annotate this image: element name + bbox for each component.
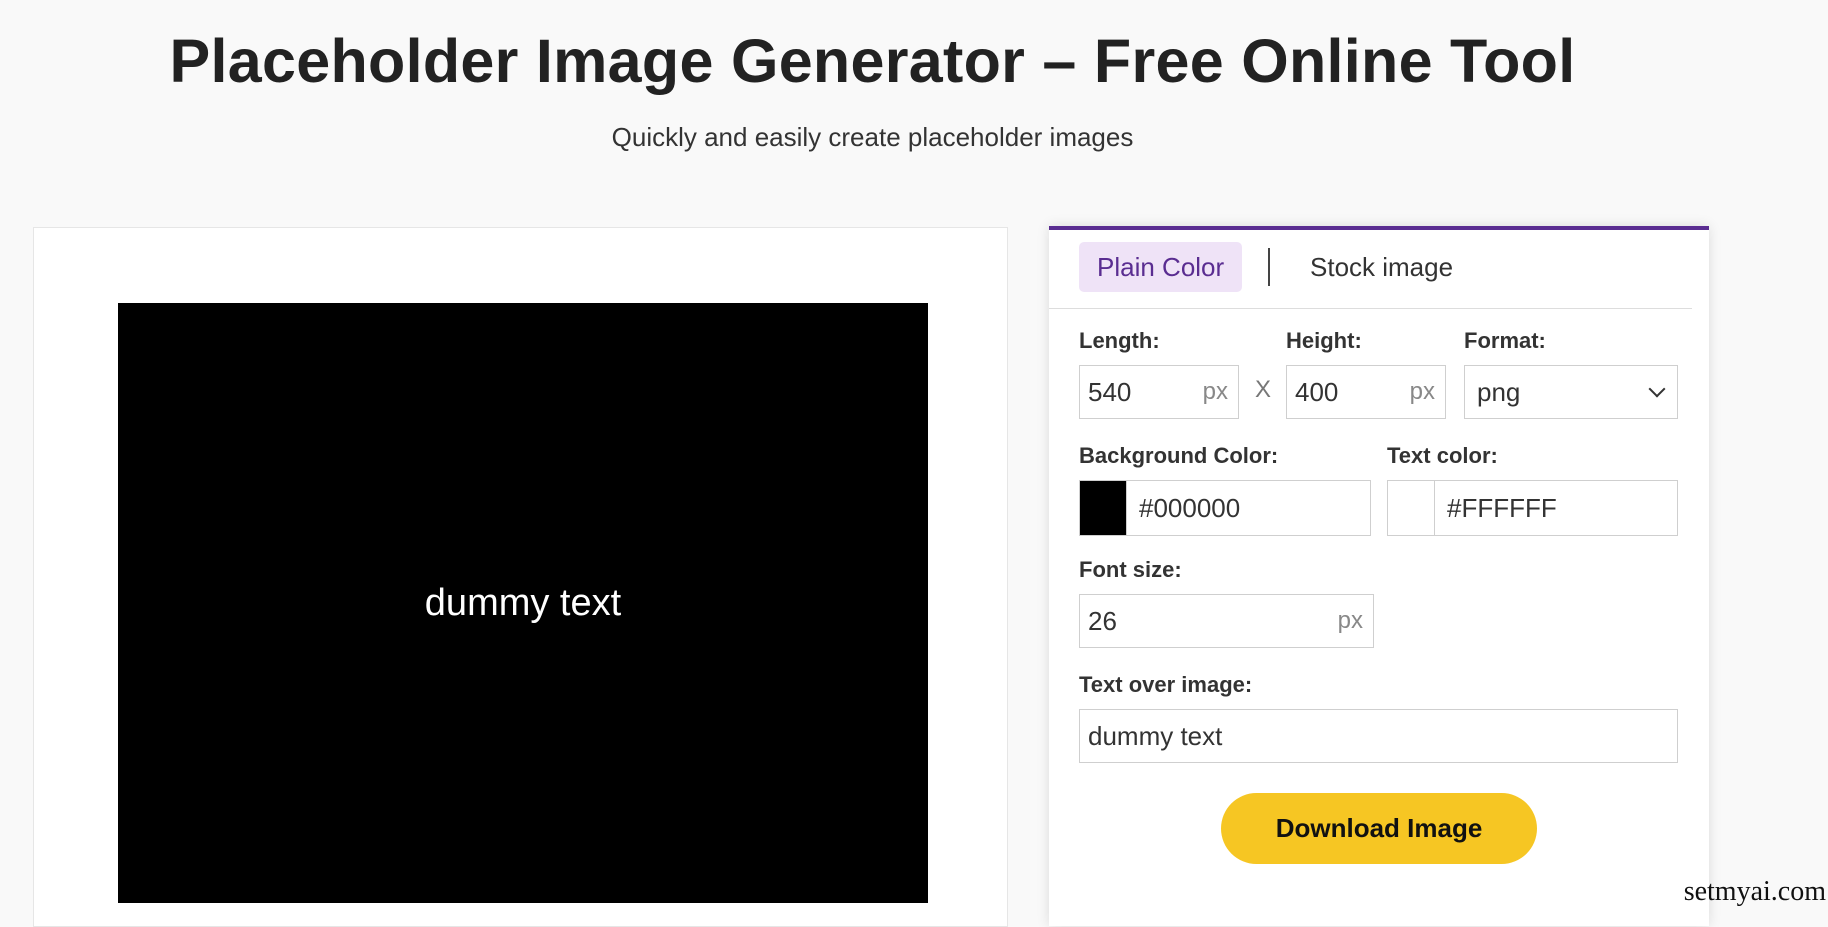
page-title: Placeholder Image Generator – Free Onlin…: [169, 27, 1576, 95]
settings-panel: Plain Color Stock image Length: px X Hei…: [1049, 226, 1709, 926]
download-image-button[interactable]: Download Image: [1221, 793, 1537, 864]
text-over-image-label: Text over image:: [1079, 672, 1253, 697]
preview-image: dummy text: [118, 303, 928, 903]
format-select[interactable]: png: [1464, 365, 1678, 419]
format-value: png: [1477, 376, 1521, 407]
font-size-label: Font size:: [1079, 557, 1182, 582]
watermark: setmyai.com: [1683, 876, 1826, 907]
preview-text: dummy text: [424, 581, 622, 624]
tab-divider: [1268, 248, 1270, 286]
text-color-field: [1387, 480, 1678, 536]
background-color-label: Background Color:: [1079, 443, 1279, 468]
background-color-field: [1079, 480, 1371, 536]
font-size-input[interactable]: [1080, 605, 1338, 637]
font-size-unit: px: [1337, 607, 1363, 634]
format-label: Format:: [1464, 328, 1546, 353]
text-color-input[interactable]: [1435, 481, 1677, 535]
length-unit: px: [1202, 378, 1228, 405]
height-unit: px: [1409, 378, 1435, 405]
length-input[interactable]: [1080, 376, 1203, 408]
background-color-swatch[interactable]: [1080, 481, 1127, 535]
height-field: px: [1286, 365, 1446, 419]
times-sign: X: [1255, 376, 1272, 403]
length-label: Length:: [1079, 328, 1160, 353]
text-color-swatch[interactable]: [1388, 481, 1435, 535]
page-subtitle: Quickly and easily create placeholder im…: [611, 122, 1134, 152]
length-field: px: [1079, 365, 1239, 419]
preview-panel: dummy text: [33, 227, 1008, 927]
height-input[interactable]: [1287, 376, 1410, 408]
tab-stock-image[interactable]: Stock image: [1292, 242, 1471, 292]
text-over-image-field: [1079, 709, 1678, 763]
font-size-field: px: [1079, 594, 1374, 648]
tab-plain-color[interactable]: Plain Color: [1079, 242, 1243, 292]
height-label: Height:: [1286, 328, 1362, 353]
background-color-input[interactable]: [1127, 481, 1370, 535]
tab-bar: Plain Color Stock image: [1049, 230, 1692, 309]
text-over-image-input[interactable]: [1080, 720, 1677, 752]
chevron-down-icon: [1648, 380, 1666, 398]
text-color-label: Text color:: [1387, 443, 1498, 468]
